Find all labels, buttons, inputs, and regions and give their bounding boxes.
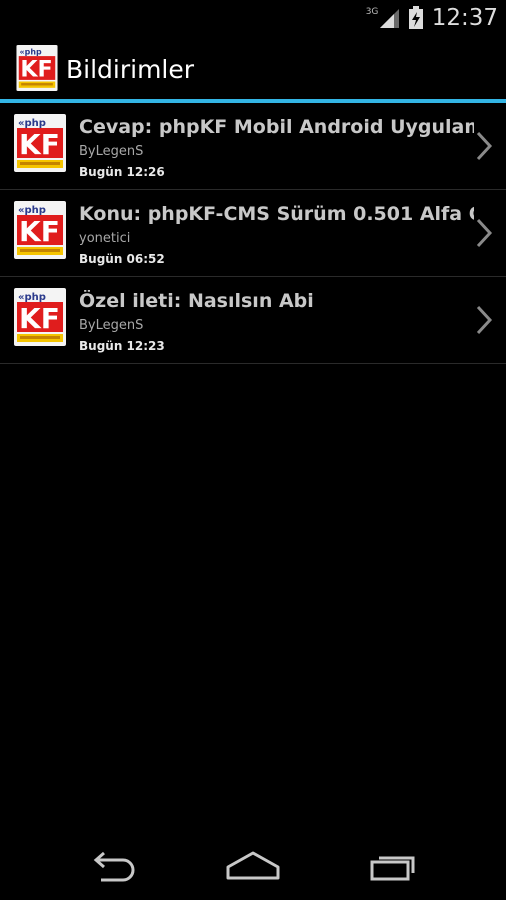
notification-user: ByLegenS <box>79 318 144 333</box>
notification-time: Bugün 12:23 <box>79 339 165 353</box>
back-button[interactable] <box>64 840 160 892</box>
notification-time: Bugün 12:26 <box>79 165 165 179</box>
phpkf-logo-icon <box>14 201 66 259</box>
page-title: Bildirimler <box>66 55 195 84</box>
status-icons: 3G 12:37 <box>366 4 498 32</box>
home-button[interactable] <box>205 840 301 892</box>
notification-list: Cevap: phpKF Mobil Android Uygulaması By… <box>0 103 506 364</box>
signal-indicator: 3G <box>366 7 400 29</box>
notification-title: Özel ileti: Nasılsın Abi <box>79 290 314 312</box>
clock: 12:37 <box>431 5 498 31</box>
phpkf-logo-icon[interactable] <box>14 45 60 91</box>
action-bar: Bildirimler <box>0 36 506 100</box>
home-icon <box>226 851 280 880</box>
list-item[interactable]: Konu: phpKF-CMS Sürüm 0.501 Alfa Çıktı y… <box>0 190 506 277</box>
phpkf-logo-icon <box>14 114 66 172</box>
notification-title: Cevap: phpKF Mobil Android Uygulaması <box>79 116 474 138</box>
chevron-right-icon <box>474 217 494 249</box>
recents-icon <box>370 856 415 881</box>
back-icon <box>93 851 135 882</box>
notification-title: Konu: phpKF-CMS Sürüm 0.501 Alfa Çıktı <box>79 203 474 225</box>
battery-icon <box>408 6 423 29</box>
notification-time: Bugün 06:52 <box>79 252 165 266</box>
phpkf-logo-icon <box>14 288 66 346</box>
recents-button[interactable] <box>346 840 442 892</box>
signal-icon <box>379 9 399 28</box>
list-item[interactable]: Cevap: phpKF Mobil Android Uygulaması By… <box>0 103 506 190</box>
chevron-right-icon <box>474 130 494 162</box>
status-bar: 3G 12:37 <box>0 0 506 36</box>
chevron-right-icon <box>474 304 494 336</box>
navigation-bar <box>0 832 506 900</box>
notification-user: yonetici <box>79 231 131 246</box>
list-item[interactable]: Özel ileti: Nasılsın Abi ByLegenS Bugün … <box>0 277 506 364</box>
network-type-label: 3G <box>365 7 379 17</box>
notification-user: ByLegenS <box>79 144 144 159</box>
